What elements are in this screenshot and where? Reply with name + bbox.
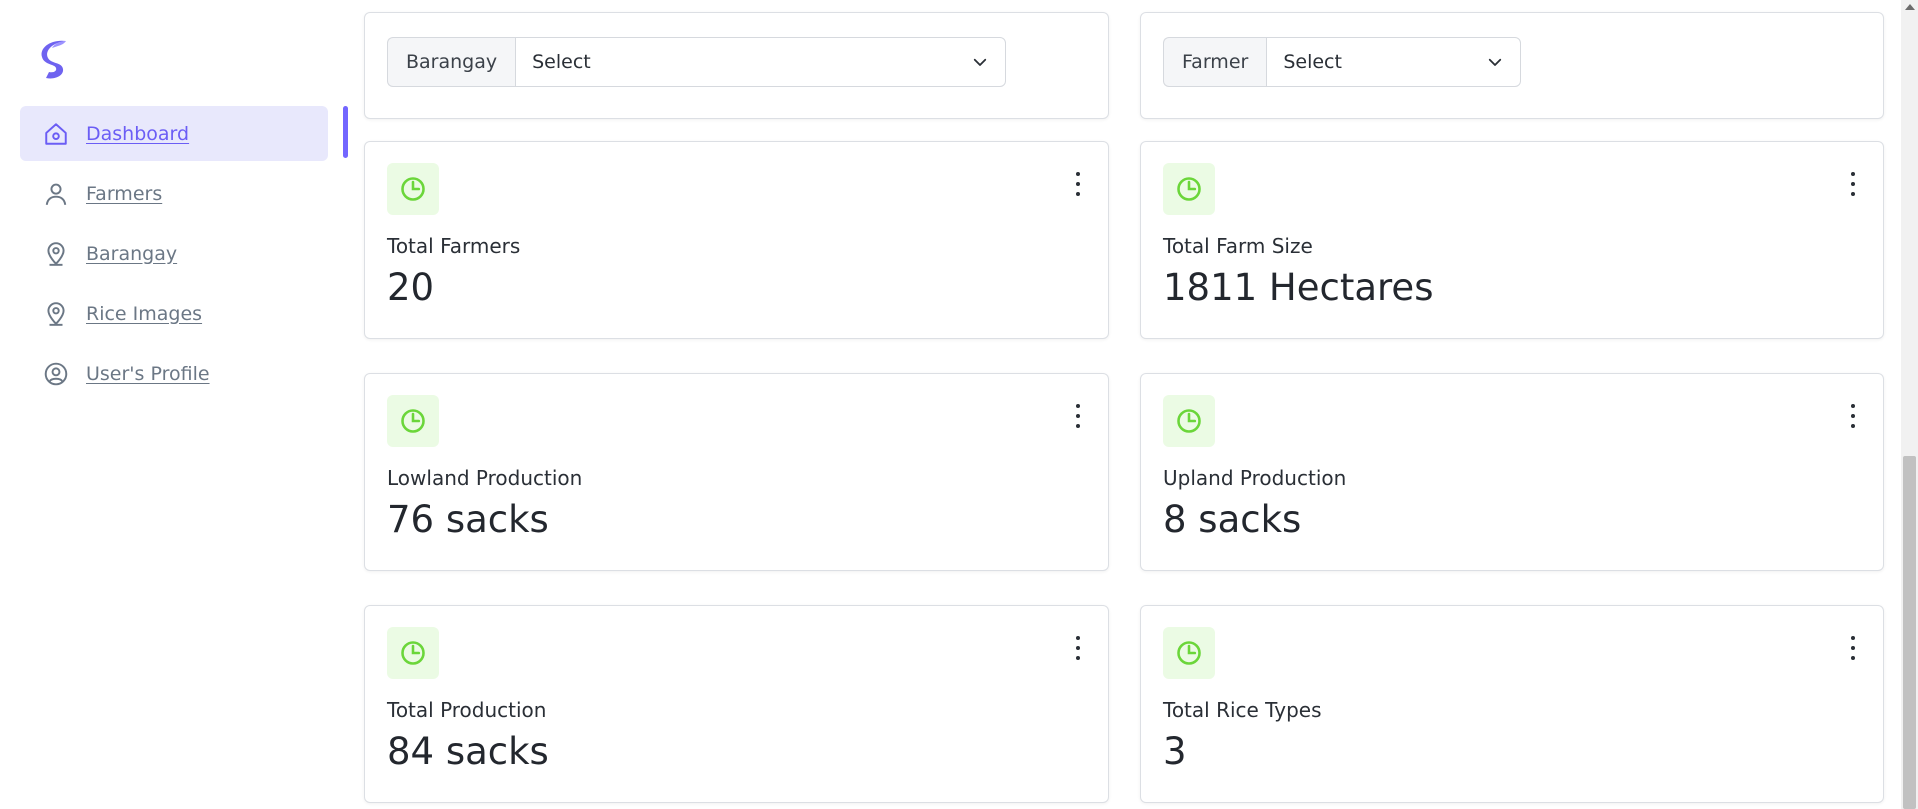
pie-chart-icon — [387, 395, 439, 447]
stat-value: 76 sacks — [387, 498, 549, 541]
farmer-filter: Farmer Select — [1163, 37, 1522, 87]
more-options-button[interactable] — [1849, 404, 1857, 428]
chevron-down-icon — [973, 58, 987, 66]
stat-value: 20 — [387, 266, 435, 309]
sidebar-item-barangay[interactable]: Barangay — [20, 226, 328, 281]
stat-title: Total Farm Size — [1163, 234, 1313, 258]
map-pin-icon — [42, 300, 70, 328]
active-indicator — [343, 106, 348, 158]
sidebar-item-label: Dashboard — [86, 122, 190, 145]
pie-chart-icon — [1163, 163, 1215, 215]
more-options-button[interactable] — [1074, 172, 1082, 196]
stat-card-total-farmers: Total Farmers 20 — [364, 141, 1109, 339]
stat-value: 1811 Hectares — [1163, 266, 1434, 309]
stat-value: 8 sacks — [1163, 498, 1302, 541]
barangay-filter: Barangay Select — [387, 37, 1007, 87]
stat-card-total-rice-types: Total Rice Types 3 — [1140, 605, 1884, 803]
stat-title: Lowland Production — [387, 466, 583, 490]
stat-title: Total Farmers — [387, 234, 521, 258]
more-options-button[interactable] — [1074, 404, 1082, 428]
scrollbar-thumb[interactable] — [1903, 456, 1916, 809]
stat-card-total-production: Total Production 84 sacks — [364, 605, 1109, 803]
more-options-button[interactable] — [1849, 172, 1857, 196]
scroll-up-arrow-icon[interactable] — [1905, 4, 1915, 10]
pie-chart-icon — [1163, 627, 1215, 679]
sidebar-item-farmers[interactable]: Farmers — [20, 166, 328, 221]
more-options-button[interactable] — [1849, 636, 1857, 660]
pie-chart-icon — [387, 163, 439, 215]
farmer-select-value: Select — [1283, 51, 1342, 73]
stat-title: Total Production — [387, 698, 547, 722]
sidebar-item-label: Barangay — [86, 242, 178, 265]
farmer-filter-card: Farmer Select — [1140, 12, 1884, 119]
stat-value: 84 sacks — [387, 730, 549, 773]
farmer-filter-label: Farmer — [1163, 37, 1267, 87]
logo-icon[interactable] — [36, 38, 76, 84]
sidebar-item-rice-images[interactable]: Rice Images — [20, 286, 328, 341]
more-options-button[interactable] — [1074, 636, 1082, 660]
user-icon — [42, 180, 70, 208]
sidebar-item-dashboard[interactable]: Dashboard — [20, 106, 328, 161]
map-pin-icon — [42, 240, 70, 268]
stat-card-total-farm-size: Total Farm Size 1811 Hectares — [1140, 141, 1884, 339]
stat-card-lowland-production: Lowland Production 76 sacks — [364, 373, 1109, 571]
sidebar: Dashboard Farmers Barangay Rice Images U… — [0, 0, 348, 809]
barangay-filter-card: Barangay Select — [364, 12, 1109, 119]
chevron-down-icon — [1489, 58, 1502, 66]
sidebar-nav: Dashboard Farmers Barangay Rice Images U… — [20, 106, 328, 406]
barangay-select[interactable]: Select — [515, 37, 1007, 87]
farmer-select[interactable]: Select — [1266, 37, 1522, 87]
sidebar-item-label: Rice Images — [86, 302, 203, 325]
sidebar-item-label: User's Profile — [86, 362, 210, 385]
home-icon — [42, 120, 70, 148]
stat-value: 3 — [1163, 730, 1187, 773]
stat-title: Total Rice Types — [1163, 698, 1322, 722]
barangay-filter-label: Barangay — [387, 37, 516, 87]
stat-card-upland-production: Upland Production 8 sacks — [1140, 373, 1884, 571]
sidebar-item-users-profile[interactable]: User's Profile — [20, 346, 328, 401]
pie-chart-icon — [1163, 395, 1215, 447]
stat-title: Upland Production — [1163, 466, 1347, 490]
sidebar-item-label: Farmers — [86, 182, 163, 205]
user-circle-icon — [42, 360, 70, 388]
pie-chart-icon — [387, 627, 439, 679]
barangay-select-value: Select — [532, 51, 591, 73]
